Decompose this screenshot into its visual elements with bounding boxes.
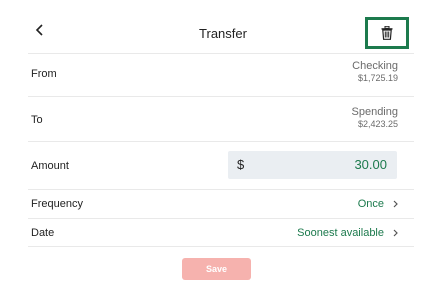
- divider: [28, 141, 414, 142]
- from-label: From: [31, 68, 57, 80]
- from-balance: $1,725.19: [357, 73, 398, 83]
- frequency-label: Frequency: [31, 198, 83, 210]
- chevron-right-icon: [393, 200, 398, 208]
- date-value: Soonest available: [297, 227, 384, 239]
- from-account: Checking: [352, 60, 398, 72]
- to-balance: $2,423.25: [357, 119, 398, 129]
- to-account: Spending: [351, 106, 399, 118]
- divider: [28, 189, 414, 190]
- divider: [28, 246, 414, 247]
- divider: [28, 53, 414, 54]
- date-label: Date: [31, 227, 55, 239]
- save-button[interactable]: Save: [182, 258, 251, 280]
- currency-symbol: $: [237, 157, 245, 172]
- amount-input[interactable]: $ 30.00: [228, 151, 397, 179]
- delete-button[interactable]: [365, 17, 409, 49]
- header: Transfer: [0, 0, 446, 52]
- chevron-right-icon: [393, 229, 398, 237]
- trash-icon: [381, 26, 393, 40]
- amount-value: 30.00: [354, 157, 387, 172]
- divider: [28, 96, 414, 97]
- frequency-value: Once: [357, 198, 384, 210]
- amount-label: Amount: [31, 160, 69, 172]
- to-label: To: [31, 114, 43, 126]
- divider: [28, 218, 414, 219]
